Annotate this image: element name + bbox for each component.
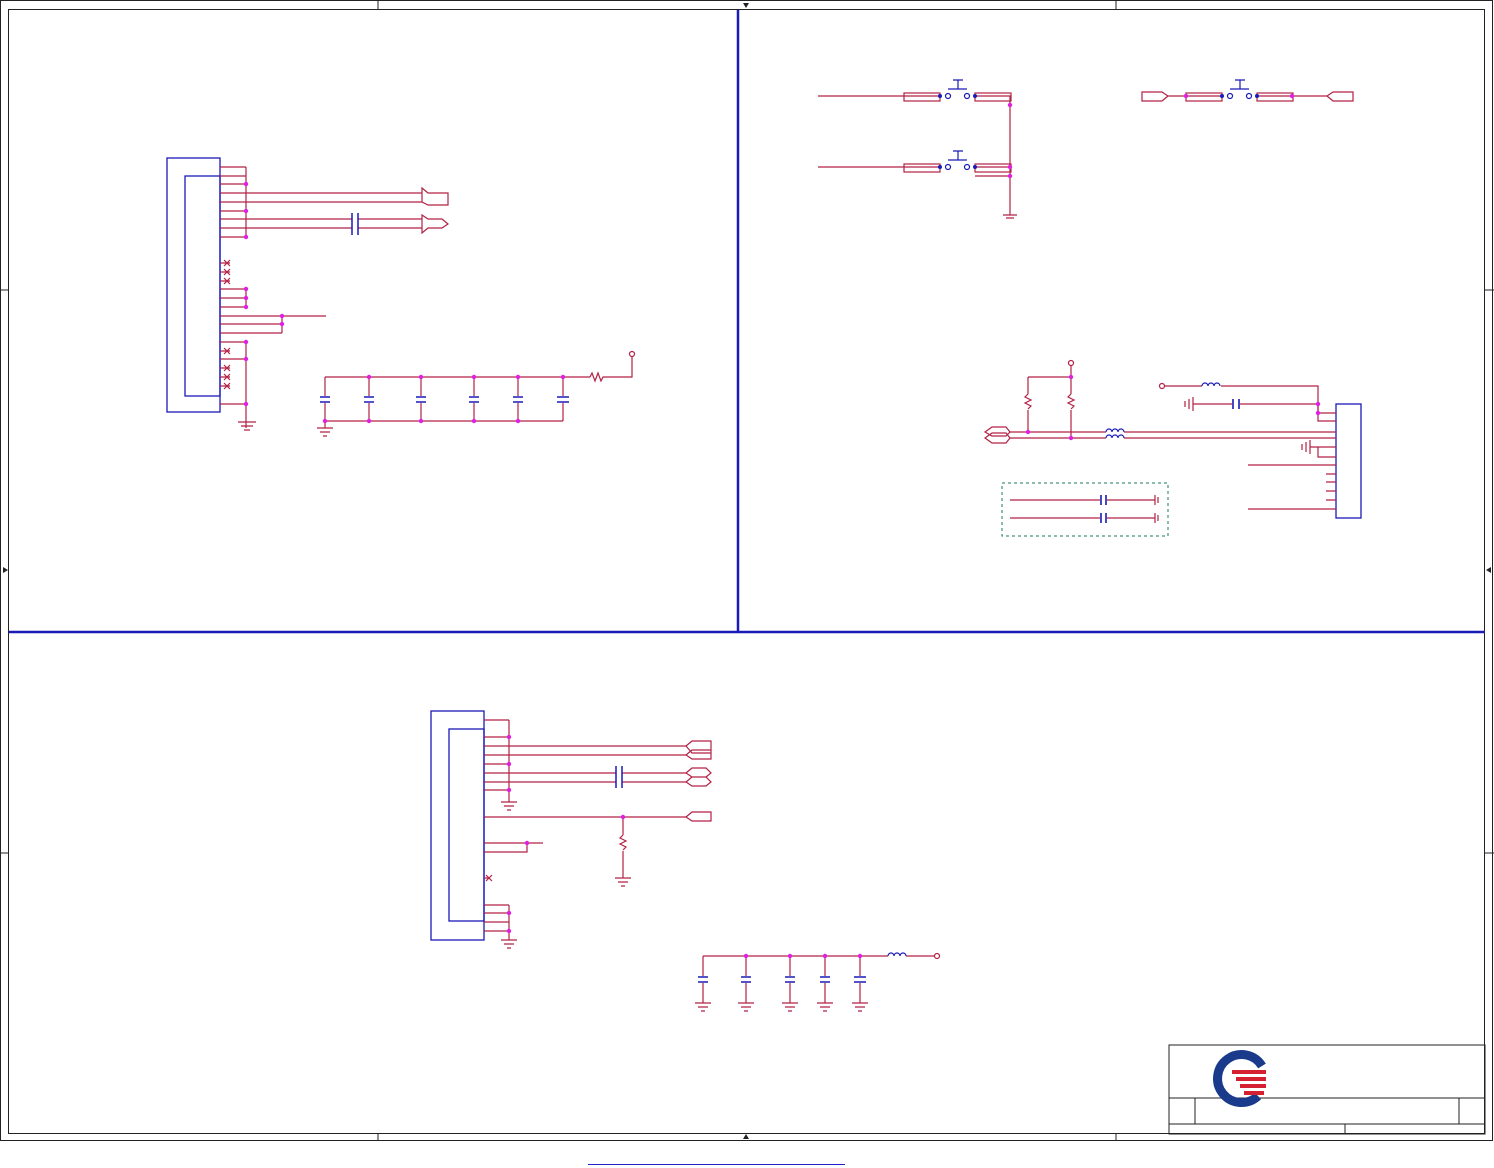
schematic-sheet (0, 0, 1494, 1141)
push-button-1 (818, 79, 1012, 215)
connector-right (983, 359, 1362, 519)
sheet-frame (0, 0, 1494, 1141)
push-button-3 (1141, 79, 1354, 102)
connector-bottom (430, 710, 485, 941)
connector-top-left (166, 157, 221, 413)
footer-link-underline[interactable] (588, 1164, 845, 1165)
push-button-2 (818, 102, 1017, 219)
optional-components-box (1001, 482, 1169, 537)
decoupling-caps-bottom (695, 952, 941, 1012)
section-dividers (9, 10, 1485, 634)
decoupling-caps-top-left (317, 350, 636, 437)
connector-bottom-pins (484, 719, 712, 949)
quanta-logo-icon (1213, 1050, 1266, 1107)
connector-top-left-pins (220, 166, 450, 431)
